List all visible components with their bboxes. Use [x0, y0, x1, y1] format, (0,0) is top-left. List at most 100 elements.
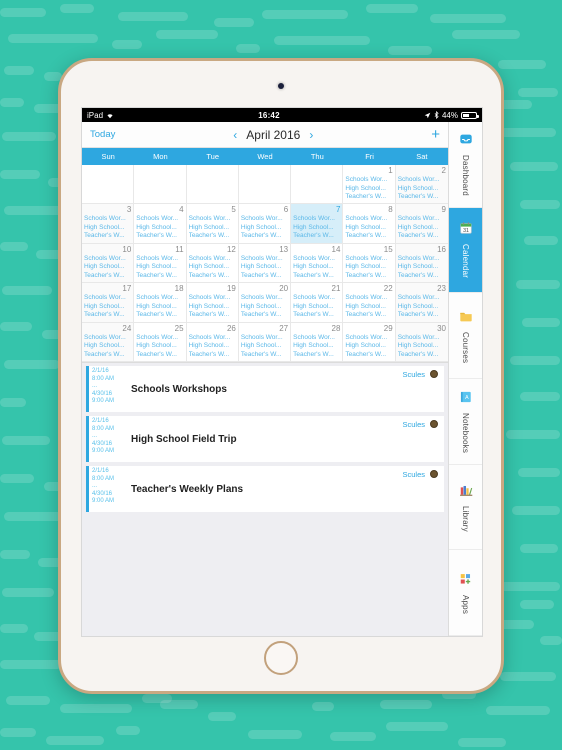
day-event-chip[interactable]: Teacher's W...: [293, 311, 340, 320]
rail-item-courses[interactable]: Courses: [449, 293, 482, 380]
day-event-chip[interactable]: Teacher's W...: [136, 351, 183, 360]
day-event-chip[interactable]: Teacher's W...: [345, 351, 392, 360]
rail-item-apps[interactable]: Apps: [449, 550, 482, 636]
day-event-chip[interactable]: Schools Wor...: [84, 294, 131, 303]
day-cell-26[interactable]: 26 Schools Wor... High School... Teacher's …: [186, 322, 239, 362]
day-event-chip[interactable]: High School...: [293, 303, 340, 312]
day-event-chip[interactable]: High School...: [398, 263, 446, 272]
day-cell-5[interactable]: 5 Schools Wor... High School... Teacher's W…: [186, 204, 239, 244]
day-event-chip[interactable]: High School...: [398, 303, 446, 312]
day-event-chip[interactable]: Schools Wor...: [189, 215, 236, 224]
day-event-chip[interactable]: Schools Wor...: [136, 215, 183, 224]
day-event-chip[interactable]: High School...: [136, 263, 183, 272]
day-cell-17[interactable]: 17 Schools Wor... High School... Teacher's …: [82, 283, 135, 323]
day-cell-29[interactable]: 29 Schools Wor... High School... Teacher's …: [343, 322, 396, 362]
day-event-chip[interactable]: High School...: [345, 303, 392, 312]
day-event-chip[interactable]: Schools Wor...: [241, 294, 288, 303]
day-event-chip[interactable]: Teacher's W...: [345, 272, 392, 281]
day-event-chip[interactable]: High School...: [84, 342, 131, 351]
day-event-chip[interactable]: High School...: [136, 342, 183, 351]
rail-item-dashboard[interactable]: Dashboard: [449, 122, 482, 208]
day-event-chip[interactable]: Teacher's W...: [398, 272, 446, 281]
day-event-chip[interactable]: Teacher's W...: [84, 351, 131, 360]
previous-month-icon[interactable]: ‹: [233, 129, 237, 141]
day-cell-11[interactable]: 11 Schools Wor... High School... Teacher's …: [134, 243, 187, 284]
day-event-chip[interactable]: Schools Wor...: [398, 215, 446, 224]
day-event-chip[interactable]: High School...: [241, 224, 288, 233]
day-event-chip[interactable]: Teacher's W...: [398, 351, 446, 360]
day-event-chip[interactable]: High School...: [84, 303, 131, 312]
day-event-chip[interactable]: Schools Wor...: [84, 255, 131, 264]
day-event-chip[interactable]: Teacher's W...: [84, 272, 131, 281]
day-event-chip[interactable]: Teacher's W...: [345, 311, 392, 320]
day-event-chip[interactable]: Schools Wor...: [136, 294, 183, 303]
day-cell-20[interactable]: 20 Schools Wor... High School... Teacher's …: [238, 283, 292, 323]
day-event-chip[interactable]: Teacher's W...: [241, 351, 288, 360]
day-cell-16[interactable]: 16 Schools Wor... High School... Teacher's …: [395, 243, 448, 284]
day-event-chip[interactable]: High School...: [293, 263, 340, 272]
day-event-chip[interactable]: Teacher's W...: [84, 311, 131, 320]
day-event-chip[interactable]: Schools Wor...: [189, 294, 236, 303]
event-row[interactable]: 2/1/16 8:00 AM... 4/30/16 9:00 AM Teacher's …: [86, 466, 444, 512]
day-event-chip[interactable]: Teacher's W...: [136, 232, 183, 241]
day-cell-8[interactable]: 8 Schools Wor... High School... Teacher's W…: [343, 204, 396, 244]
day-cell-21[interactable]: 21 Schools Wor... High School... Teacher's …: [291, 283, 344, 323]
event-calendar-name[interactable]: Scules: [402, 420, 425, 429]
day-event-chip[interactable]: Schools Wor...: [398, 294, 446, 303]
day-event-chip[interactable]: Schools Wor...: [189, 255, 236, 264]
day-event-chip[interactable]: Teacher's W...: [84, 232, 131, 241]
day-event-chip[interactable]: Teacher's W...: [293, 351, 340, 360]
day-event-chip[interactable]: High School...: [398, 224, 446, 233]
day-event-chip[interactable]: Teacher's W...: [398, 311, 446, 320]
event-row[interactable]: 2/1/16 8:00 AM... 4/30/16 9:00 AM High Schoo…: [86, 416, 444, 462]
day-event-chip[interactable]: Schools Wor...: [345, 294, 392, 303]
day-event-chip[interactable]: Schools Wor...: [136, 334, 183, 343]
day-cell-1[interactable]: 1 Schools Wor... High School... Teacher's W…: [343, 165, 396, 205]
day-event-chip[interactable]: Teacher's W...: [241, 232, 288, 241]
day-event-chip[interactable]: Schools Wor...: [293, 255, 340, 264]
day-event-chip[interactable]: Schools Wor...: [345, 215, 392, 224]
day-event-chip[interactable]: Schools Wor...: [345, 334, 392, 343]
day-event-chip[interactable]: High School...: [293, 342, 340, 351]
day-cell-22[interactable]: 22 Schools Wor... High School... Teacher's …: [343, 283, 396, 323]
day-event-chip[interactable]: Schools Wor...: [136, 255, 183, 264]
day-event-chip[interactable]: High School...: [398, 342, 446, 351]
day-event-chip[interactable]: High School...: [136, 224, 183, 233]
rail-item-calendar[interactable]: Calendar 31: [449, 207, 482, 294]
day-cell-27[interactable]: 27 Schools Wor... High School... Teacher's …: [238, 322, 292, 362]
day-event-chip[interactable]: Schools Wor...: [293, 334, 340, 343]
day-event-chip[interactable]: High School...: [293, 224, 340, 233]
event-row[interactable]: 2/1/16 8:00 AM... 4/30/16 9:00 AM Schools Wo…: [86, 366, 444, 412]
day-cell-24[interactable]: 24 Schools Wor... High School... Teacher's …: [82, 322, 135, 362]
day-event-chip[interactable]: Schools Wor...: [398, 255, 446, 264]
today-button[interactable]: Today: [90, 129, 115, 140]
day-cell-14[interactable]: 14 Schools Wor... High School... Teacher's …: [291, 243, 344, 284]
day-event-chip[interactable]: High School...: [189, 342, 236, 351]
day-cell-23[interactable]: 23 Schools Wor... High School... Teacher's …: [395, 283, 448, 323]
day-event-chip[interactable]: Schools Wor...: [241, 334, 288, 343]
add-event-button[interactable]: +: [431, 127, 440, 142]
event-calendar-name[interactable]: Scules: [402, 470, 425, 479]
day-event-chip[interactable]: Schools Wor...: [398, 176, 446, 185]
day-event-chip[interactable]: Schools Wor...: [293, 294, 340, 303]
rail-item-notebooks[interactable]: Notebooks A: [449, 379, 482, 465]
day-event-chip[interactable]: Schools Wor...: [84, 334, 131, 343]
day-cell-6[interactable]: 6 Schools Wor... High School... Teacher's W…: [238, 204, 292, 244]
day-event-chip[interactable]: High School...: [398, 185, 446, 194]
day-event-chip[interactable]: High School...: [241, 342, 288, 351]
day-event-chip[interactable]: Teacher's W...: [189, 311, 236, 320]
day-event-chip[interactable]: Teacher's W...: [345, 193, 392, 202]
day-event-chip[interactable]: Schools Wor...: [293, 215, 340, 224]
next-month-icon[interactable]: ›: [309, 129, 313, 141]
day-event-chip[interactable]: Teacher's W...: [136, 272, 183, 281]
day-cell-12[interactable]: 12 Schools Wor... High School... Teacher's …: [186, 243, 239, 284]
day-cell-15[interactable]: 15 Schools Wor... High School... Teacher's …: [343, 243, 396, 284]
day-event-chip[interactable]: Teacher's W...: [136, 311, 183, 320]
day-cell-2[interactable]: 2 Schools Wor... High School... Teacher's W…: [395, 165, 448, 205]
day-event-chip[interactable]: High School...: [136, 303, 183, 312]
day-cell-30[interactable]: 30 Schools Wor... High School... Teacher's …: [395, 322, 448, 362]
day-event-chip[interactable]: High School...: [345, 342, 392, 351]
day-cell-7[interactable]: 7 Schools Wor... High School... Teacher's W…: [291, 204, 344, 244]
day-event-chip[interactable]: Schools Wor...: [84, 215, 131, 224]
day-event-chip[interactable]: High School...: [345, 263, 392, 272]
